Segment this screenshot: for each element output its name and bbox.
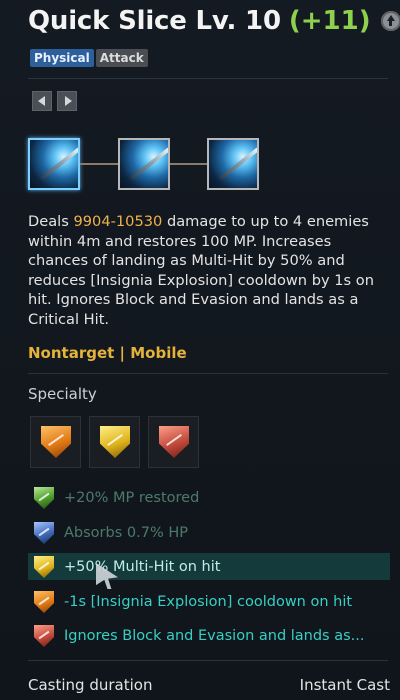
specialty-title: Specialty (28, 385, 97, 403)
yellow-shield-icon (34, 556, 54, 578)
specialty-effect-4[interactable]: -1s [Insignia Explosion] cooldown on hit (28, 588, 390, 615)
divider (28, 78, 388, 79)
specialty-effect-label: Ignores Block and Evasion and lands as..… (64, 627, 365, 644)
skill-tags: Physical Attack (30, 49, 148, 67)
skill-level-bonus: (+11) (288, 6, 371, 36)
skill-title: Quick Slice Lv. 10 (28, 6, 281, 36)
specialty-slot-1[interactable] (30, 416, 81, 468)
divider (28, 660, 388, 661)
specialty-effect-2[interactable]: Absorbs 0.7% HP (28, 519, 390, 546)
skill-chain-link (80, 163, 118, 165)
description-rest: damage to up to 4 enemies within 4m and … (28, 213, 374, 328)
specialty-effect-label: Absorbs 0.7% HP (64, 524, 188, 541)
casting-duration-label: Casting duration (28, 676, 153, 694)
red-shield-icon (34, 625, 54, 647)
specialty-effect-label: -1s [Insignia Explosion] cooldown on hit (64, 593, 353, 610)
specialty-effect-5[interactable]: Ignores Block and Evasion and lands as..… (28, 622, 390, 649)
damage-range: 9904-10530 (73, 213, 163, 230)
specialty-orange-shield-icon (41, 426, 71, 458)
specialty-effect-label: +50% Multi-Hit on hit (64, 558, 221, 575)
skill-variant-2-icon[interactable] (118, 138, 170, 190)
skill-variant-1-icon[interactable] (28, 138, 80, 190)
specialty-red-shield-icon (159, 426, 189, 458)
skill-properties: Nontarget | Mobile (28, 344, 187, 362)
skill-chain-link (170, 163, 207, 165)
casting-duration-value: Instant Cast (299, 676, 390, 694)
specialty-slot-2[interactable] (89, 416, 140, 468)
chevron-right-icon (65, 96, 72, 106)
specialty-effect-1[interactable]: +20% MP restored (28, 484, 390, 511)
next-button[interactable] (57, 91, 77, 111)
chevron-left-icon (38, 96, 45, 106)
skill-tooltip-panel: Quick Slice Lv. 10 (+11) Physical Attack… (0, 0, 400, 700)
specialty-slot-3[interactable] (148, 416, 199, 468)
green-shield-icon (34, 487, 54, 509)
skill-description: Deals 9904-10530 damage to up to 4 enemi… (28, 212, 378, 330)
specialty-effect-3[interactable]: +50% Multi-Hit on hit (28, 553, 390, 580)
specialty-effect-label: +20% MP restored (64, 489, 200, 506)
title-row: Quick Slice Lv. 10 (+11) (28, 6, 400, 36)
orange-shield-icon (34, 591, 54, 613)
blue-shield-icon (34, 522, 54, 544)
divider (28, 373, 388, 374)
tag-attack: Attack (95, 49, 148, 67)
skill-variant-3-icon[interactable] (207, 138, 259, 190)
description-prefix: Deals (28, 213, 74, 230)
level-up-icon[interactable] (380, 11, 400, 31)
tag-physical: Physical (30, 49, 94, 67)
specialty-yellow-shield-icon (100, 426, 130, 458)
previous-button[interactable] (32, 91, 52, 111)
